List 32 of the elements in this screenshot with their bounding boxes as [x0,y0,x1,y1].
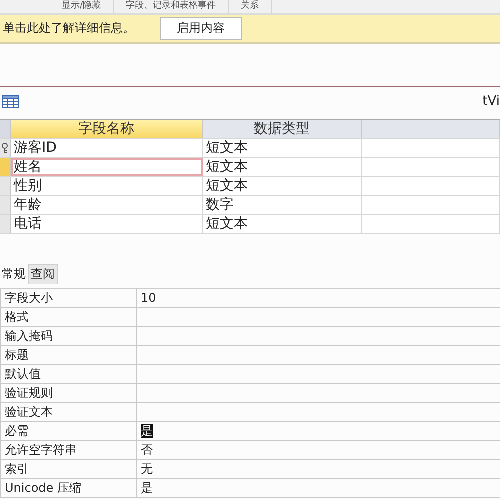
property-label: 输入掩码 [0,327,137,345]
table-icon[interactable] [2,94,19,108]
property-value[interactable]: 10 [141,291,156,305]
property-label: 验证文本 [0,403,137,421]
property-label: 标题 [0,346,137,364]
ribbon-group-label: 关系 [229,0,272,13]
field-name-cell[interactable]: 年龄 [11,196,203,214]
ribbon-group-label: 显示/隐藏 [50,0,114,13]
property-label: 字段大小 [0,289,137,307]
property-value[interactable]: 是 [141,481,153,495]
ribbon-group-label: 字段、记录和表格事件 [114,0,230,13]
row-selector[interactable] [0,139,11,157]
property-label: 验证规则 [0,384,137,402]
property-value[interactable]: 否 [141,443,153,457]
property-value[interactable]: 无 [141,462,153,476]
property-label: 格式 [0,308,137,326]
enable-content-button[interactable]: 启用内容 [160,17,242,40]
field-name-cell[interactable]: 性别 [11,177,203,195]
column-header[interactable]: 字段名称 [11,120,203,138]
document-tab[interactable]: tVi [482,94,500,108]
property-label: 索引 [0,460,137,478]
message-text[interactable]: 单击此处了解详细信息。 [3,20,135,37]
property-tab[interactable]: 查阅 [28,264,58,284]
property-label: Unicode 压缩 [0,479,137,497]
property-label: 默认值 [0,365,137,383]
column-header[interactable]: 数据类型 [203,120,362,138]
property-value[interactable]: 是 [141,424,153,438]
field-name-cell[interactable]: 姓名 [11,158,203,176]
field-name-cell[interactable]: 游客ID [11,139,203,157]
property-label: 必需 [0,422,137,440]
property-label: 允许空字符串 [0,441,137,459]
data-type-cell[interactable]: 数字 [203,196,362,214]
